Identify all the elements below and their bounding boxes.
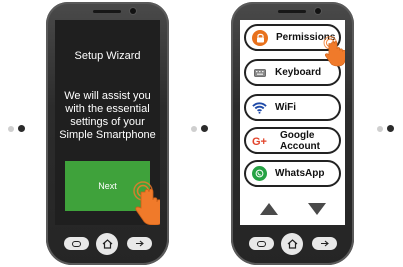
step-dot-active bbox=[387, 125, 394, 132]
step-indicator-middle bbox=[191, 125, 208, 132]
recent-button[interactable] bbox=[312, 237, 337, 250]
tap-hand-icon bbox=[133, 181, 160, 225]
back-pill-icon bbox=[72, 240, 81, 247]
tap-hand-icon bbox=[323, 36, 345, 67]
step-dot bbox=[8, 125, 14, 132]
back-pill-icon bbox=[257, 240, 266, 247]
wizard-message: We will assist you with the essential se… bbox=[59, 90, 156, 141]
hardware-nav-bar bbox=[46, 231, 169, 255]
speaker-grille bbox=[278, 10, 306, 13]
step-dot bbox=[377, 125, 383, 132]
scroll-up-icon[interactable] bbox=[260, 203, 278, 215]
home-button[interactable] bbox=[96, 233, 118, 255]
step-dot bbox=[191, 125, 197, 132]
recent-apps-icon bbox=[321, 240, 329, 247]
wizard-screen: Setup Wizard We will assist you with the… bbox=[55, 20, 160, 225]
google-account-button[interactable]: G+ Google Account bbox=[244, 127, 341, 154]
settings-screen: Permissions Keyboard WiFi G+ Google Acco… bbox=[240, 20, 345, 225]
home-button[interactable] bbox=[281, 233, 303, 255]
speaker-grille bbox=[93, 10, 121, 13]
wifi-button[interactable]: WiFi bbox=[244, 94, 341, 121]
hardware-nav-bar bbox=[231, 231, 354, 255]
whatsapp-label: WhatsApp bbox=[275, 168, 325, 179]
whatsapp-icon bbox=[252, 166, 267, 181]
google-plus-icon: G+ bbox=[252, 133, 272, 148]
tutorial-strip: Setup Wizard We will assist you with the… bbox=[0, 0, 403, 267]
keyboard-label: Keyboard bbox=[275, 67, 322, 78]
phone-settings-list: Permissions Keyboard WiFi G+ Google Acco… bbox=[231, 2, 354, 265]
wifi-icon bbox=[252, 100, 267, 115]
step-indicator-right bbox=[377, 125, 394, 132]
phone-setup-wizard: Setup Wizard We will assist you with the… bbox=[46, 2, 169, 265]
front-camera bbox=[315, 8, 321, 14]
step-dot-active bbox=[201, 125, 208, 132]
lock-icon bbox=[252, 29, 268, 46]
whatsapp-button[interactable]: WhatsApp bbox=[244, 160, 341, 187]
recent-apps-icon bbox=[136, 240, 144, 247]
back-button[interactable] bbox=[249, 237, 274, 250]
home-icon bbox=[287, 239, 297, 249]
front-camera bbox=[130, 8, 136, 14]
svg-text:G+: G+ bbox=[252, 136, 267, 147]
step-dot-active bbox=[18, 125, 25, 132]
google-account-label: Google Account bbox=[280, 130, 320, 152]
back-button[interactable] bbox=[64, 237, 89, 250]
wifi-label: WiFi bbox=[275, 102, 297, 113]
google-account-label-line2: Account bbox=[280, 140, 320, 152]
step-indicator-left bbox=[8, 125, 25, 132]
next-button-label: Next bbox=[98, 181, 117, 191]
scroll-down-icon[interactable] bbox=[308, 203, 326, 215]
wizard-title: Setup Wizard bbox=[74, 50, 141, 62]
keyboard-icon bbox=[252, 65, 267, 80]
home-icon bbox=[102, 239, 112, 249]
recent-button[interactable] bbox=[127, 237, 152, 250]
google-account-label-line1: Google bbox=[280, 129, 315, 141]
